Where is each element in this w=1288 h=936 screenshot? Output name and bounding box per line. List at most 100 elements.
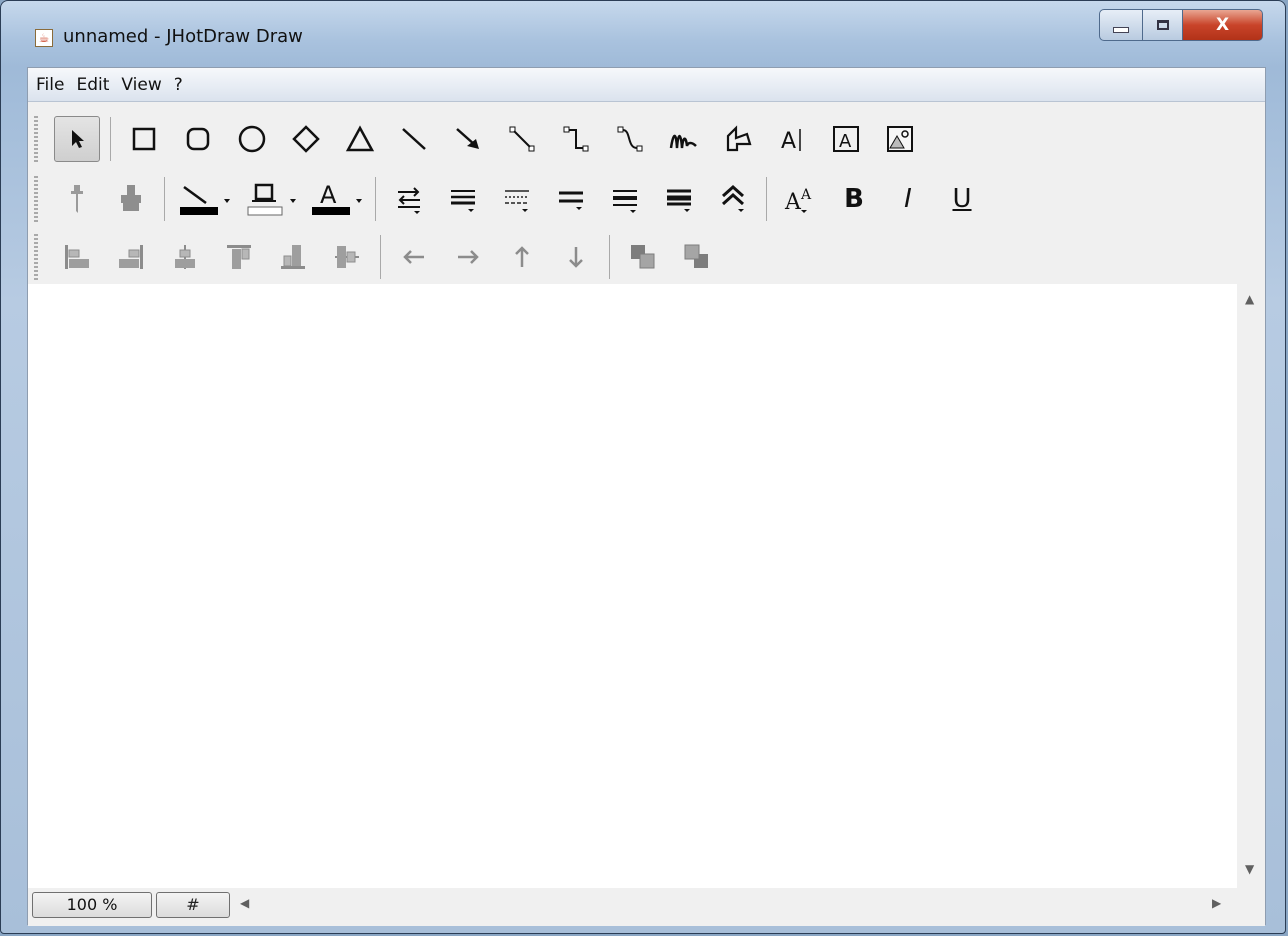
stroke-decoration-button[interactable] [386,176,432,222]
scribble-tool-button[interactable] [661,116,707,162]
zoom-button[interactable]: 100 % [32,892,152,918]
stroke-join-button[interactable] [656,176,702,222]
java-app-icon[interactable]: ☕ [35,29,53,47]
rectangle-tool-button[interactable] [121,116,167,162]
align-bottom-button[interactable] [270,234,316,280]
client-area: File Edit View ? A A A A A B I U ▲ ▼ 100… [27,67,1266,926]
round-rectangle-tool-button[interactable] [175,116,221,162]
close-button[interactable]: X [1183,9,1263,41]
polygon-tool-button[interactable] [715,116,761,162]
text-area-icon: A [833,126,859,152]
toolbar-separator [766,177,767,221]
arrow-down-icon [569,247,583,268]
window-controls: X [1099,9,1263,49]
svg-text:A: A [839,131,852,152]
align-right-button[interactable] [108,234,154,280]
menu-view[interactable]: View [121,75,161,95]
diamond-tool-button[interactable] [283,116,329,162]
curved-connection-tool-button[interactable] [607,116,653,162]
text-icon: A [781,129,801,154]
svg-text:A: A [784,190,802,215]
grid-toggle-button[interactable]: # [156,892,230,918]
ellipse-icon [238,125,266,153]
image-tool-button[interactable] [877,116,923,162]
close-icon: X [1215,15,1230,35]
bold-button[interactable]: B [831,176,877,222]
fill-color-button[interactable] [241,176,299,222]
menu-file[interactable]: File [36,75,64,95]
elbow-connection-tool-button[interactable] [553,116,599,162]
scroll-left-icon[interactable]: ◀ [240,896,249,910]
move-left-button[interactable] [391,234,437,280]
toolbar-separator [110,117,111,161]
text-area-tool-button[interactable]: A [823,116,869,162]
arrows-exchange-icon [398,187,420,214]
toolbar-grip[interactable] [34,116,38,162]
line-tool-button[interactable] [391,116,437,162]
toolbar-grip[interactable] [34,234,38,280]
polygon-icon [726,125,752,152]
vertical-scrollbar[interactable]: ▲ ▼ [1237,284,1265,888]
drawing-canvas[interactable] [28,284,1239,888]
toolbar-separator [375,177,376,221]
stroke-miter-button[interactable] [710,176,756,222]
bring-to-front-button[interactable] [620,234,666,280]
minimize-button[interactable] [1099,9,1143,41]
scroll-up-icon[interactable]: ▲ [1245,292,1254,306]
stroke-width-button[interactable] [440,176,486,222]
arrow-tool-button[interactable] [445,116,491,162]
rectangle-icon [132,127,156,151]
apply-attributes-button[interactable] [108,176,154,222]
move-right-button[interactable] [445,234,491,280]
stroke-width-icon [451,190,475,212]
drawing-toolbar: A A [28,110,1265,168]
stroke-placement-button[interactable] [602,176,648,222]
toolbar-separator [164,177,165,221]
align-center-icon [175,245,195,269]
diamond-icon [292,125,320,153]
toolbar-separator [380,235,381,279]
stamp-icon [121,185,141,211]
toolbar-grip[interactable] [34,176,38,222]
maximize-button[interactable] [1143,9,1183,41]
italic-button[interactable]: I [885,176,931,222]
align-left-button[interactable] [54,234,100,280]
status-bar: 100 % # ◀ ▶ [28,888,1265,926]
menu-help[interactable]: ? [174,75,183,95]
triangle-tool-button[interactable] [337,116,383,162]
title-bar[interactable]: ☕ unnamed - JHotDraw Draw X [1,1,1285,67]
scroll-down-icon[interactable]: ▼ [1245,862,1254,876]
stroke-dashes-button[interactable] [494,176,540,222]
move-down-button[interactable] [553,234,599,280]
connection-tool-button[interactable] [499,116,545,162]
bold-icon: B [844,184,864,214]
underline-button[interactable]: U [939,176,985,222]
italic-icon: I [904,184,912,214]
align-top-button[interactable] [216,234,262,280]
text-tool-button[interactable]: A [769,116,815,162]
align-center-button[interactable] [162,234,208,280]
align-bottom-icon [281,245,305,269]
align-middle-button[interactable] [324,234,370,280]
send-to-back-icon [684,244,708,268]
ellipse-tool-button[interactable] [229,116,275,162]
selection-tool-button[interactable] [54,116,100,162]
minimize-icon [1113,27,1129,33]
stroke-type-button[interactable] [548,176,594,222]
send-to-back-button[interactable] [674,234,720,280]
arrow-line-icon [456,128,479,149]
arrow-right-icon [458,250,479,264]
scroll-right-icon[interactable]: ▶ [1212,896,1221,910]
maximize-icon [1156,20,1169,30]
menu-edit[interactable]: Edit [76,75,109,95]
line-icon [402,128,426,150]
scribble-icon [669,134,697,149]
pick-attributes-button[interactable] [54,176,100,222]
round-rectangle-icon [186,127,210,151]
stroke-placement-icon [613,190,637,213]
text-color-button[interactable]: A [307,176,365,222]
font-size-button[interactable]: AA [777,176,823,222]
arrow-up-icon [515,246,529,267]
move-up-button[interactable] [499,234,545,280]
stroke-color-button[interactable] [175,176,233,222]
